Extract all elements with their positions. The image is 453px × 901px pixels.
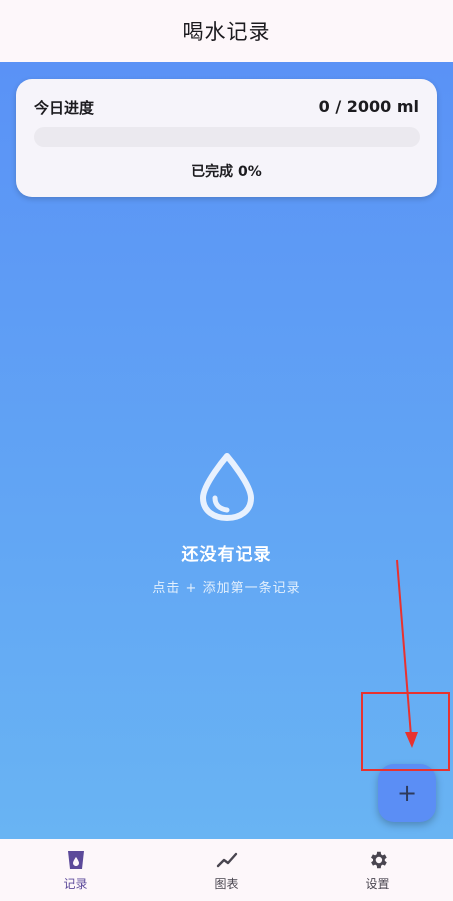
main-content: 今日进度 0 / 2000 ml 已完成 0% 还没有记录 点击 + 添加第一条…: [0, 62, 453, 839]
progress-card-title: 今日进度: [34, 99, 95, 117]
nav-label-records: 记录: [63, 877, 88, 891]
nav-label-settings: 设置: [365, 877, 390, 891]
bottom-nav: 记录 图表 设置: [0, 839, 453, 901]
nav-item-records[interactable]: 记录: [0, 839, 151, 901]
cup-icon: [67, 851, 84, 869]
water-drop-icon: [199, 453, 254, 521]
empty-state-title: 还没有记录: [181, 545, 272, 565]
progress-status: 已完成 0%: [191, 164, 262, 180]
app-bar: 喝水记录: [0, 0, 453, 62]
gear-icon: [370, 851, 387, 869]
add-record-button[interactable]: +: [378, 764, 436, 822]
add-icon: +: [396, 779, 418, 807]
empty-state: 还没有记录 点击 + 添加第一条记录: [0, 452, 453, 596]
page-title: 喝水记录: [182, 20, 271, 44]
nav-item-settings[interactable]: 设置: [302, 839, 453, 901]
chart-icon: [216, 852, 237, 868]
nav-label-charts: 图表: [214, 877, 239, 891]
progress-amount: 0 / 2000 ml: [318, 97, 419, 116]
empty-state-subtitle: 点击 + 添加第一条记录: [152, 581, 301, 596]
nav-item-charts[interactable]: 图表: [151, 839, 302, 901]
progress-card: 今日进度 0 / 2000 ml 已完成 0%: [16, 79, 437, 197]
progress-bar: [34, 127, 420, 147]
